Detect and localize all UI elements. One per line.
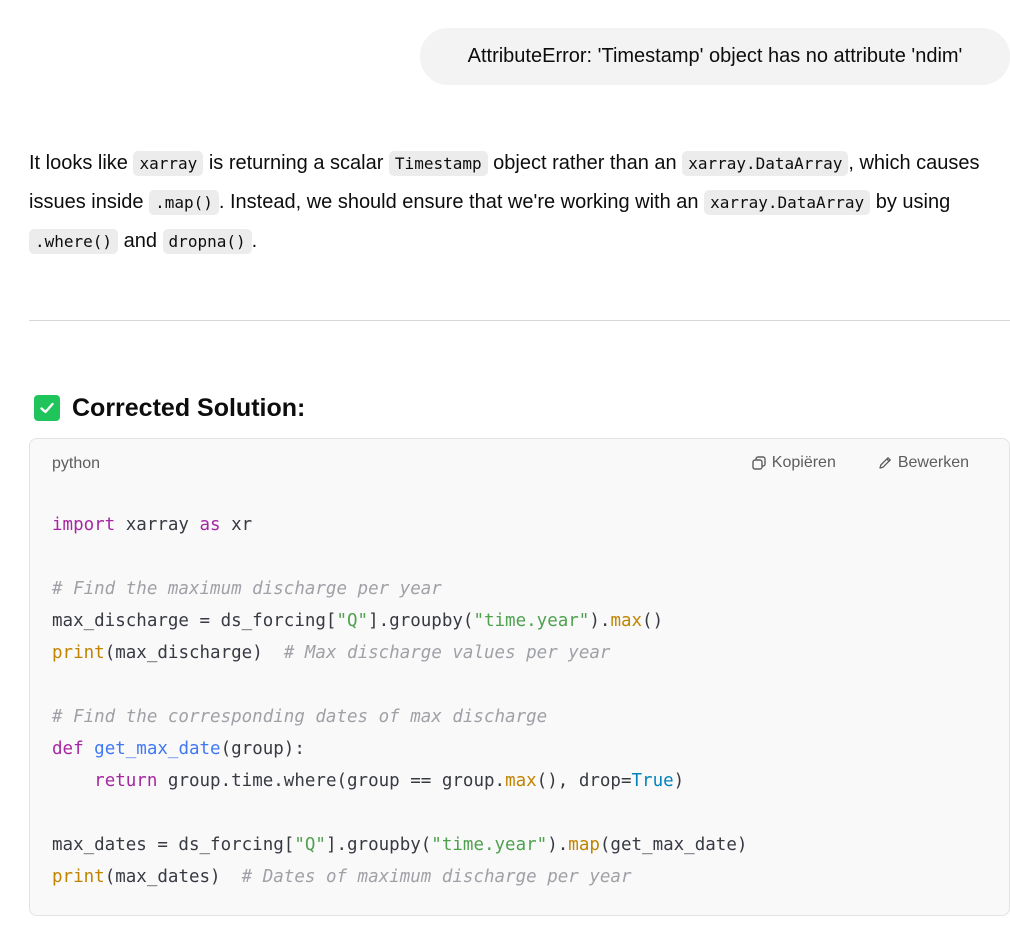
user-message-text: AttributeError: 'Timestamp' object has n… [467,45,963,67]
copy-label: Kopiëren [771,454,836,471]
code-line-8: def get_max_date(group): [52,739,305,759]
inline-code: Timestamp [388,151,488,176]
inline-code: xarray.DataArray [682,151,849,176]
code-line-12: print(max_dates) # Dates of maximum disc… [52,867,632,887]
code-line-4: max_discharge = ds_forcing["Q"].groupby(… [52,611,664,631]
copy-icon [752,456,766,470]
section-heading: Corrected Solution: [34,390,305,426]
edit-label: Bewerken [897,454,969,471]
answer-text: . [251,230,258,252]
inline-code: .where() [29,229,119,254]
user-message-bubble: AttributeError: 'Timestamp' object has n… [420,28,1010,85]
check-icon [34,395,60,421]
answer-text: . Instead, we should ensure that we're w… [218,191,705,213]
answer-text: object rather than an [487,152,683,174]
code-line-9: return group.time.where(group == group.m… [94,771,685,791]
answer-text: by using [870,191,951,213]
copy-button[interactable]: Kopiëren [752,454,836,472]
inline-code: xarray.DataArray [704,190,871,215]
answer-text: It looks like [29,152,134,174]
code-block: python Kopiëren Bewerken import xarray a… [29,438,1010,916]
section-title: Corrected Solution: [72,393,306,422]
inline-code: dropna() [162,229,252,254]
divider [29,320,1010,321]
code-actions: Kopiëren Bewerken [752,454,969,472]
inline-code: xarray [133,151,204,176]
answer-text: and [118,230,163,252]
pencil-icon [878,456,892,470]
code-language-label: python [52,455,101,472]
answer-text: is returning a scalar [203,152,389,174]
assistant-answer: It looks like xarray is returning a scal… [29,144,1004,261]
code-line-11: max_dates = ds_forcing["Q"].groupby("tim… [52,835,748,855]
code-line-7: # Find the corresponding dates of max di… [52,707,548,727]
inline-code: .map() [149,190,219,215]
code-line-5: print(max_discharge) # Max discharge val… [52,643,611,663]
code-line-1: import xarray as xr [52,515,253,535]
code-line-3: # Find the maximum discharge per year [52,579,442,599]
edit-button[interactable]: Bewerken [878,454,969,472]
code-content: import xarray as xr # Find the maximum d… [52,509,747,893]
